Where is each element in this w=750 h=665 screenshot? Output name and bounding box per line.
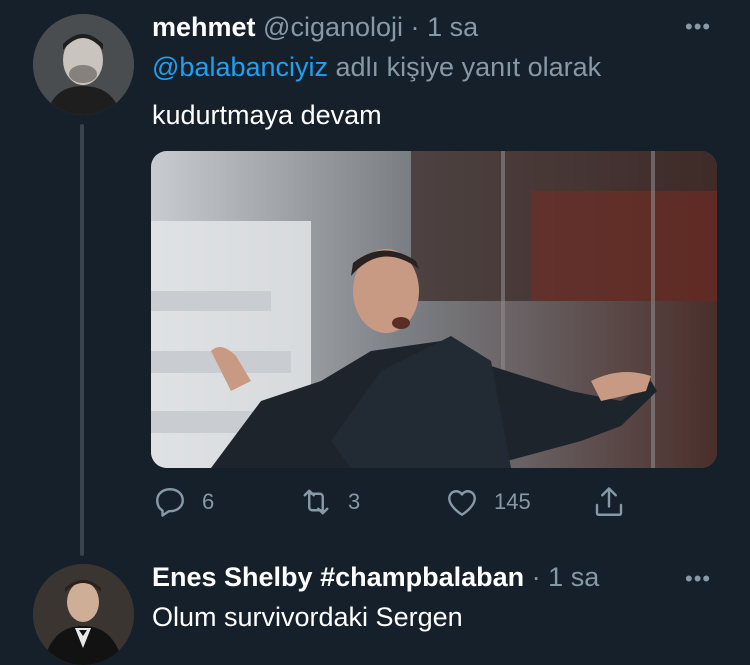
share-icon xyxy=(595,487,623,516)
reply-header: Enes Shelby #champbalaban · 1 sa xyxy=(152,562,599,593)
retweet-icon xyxy=(303,489,329,515)
retweet-count: 3 xyxy=(348,489,361,514)
separator: · xyxy=(410,12,420,42)
reply-context-text: adlı kişiye yanıt olarak xyxy=(335,52,602,82)
mention-link[interactable]: @balabanciyiz xyxy=(152,52,328,82)
reply-separator: · xyxy=(531,562,541,592)
timestamp[interactable]: 1 sa xyxy=(427,12,478,42)
media-photo xyxy=(151,151,717,468)
reply-more-icon[interactable]: ••• xyxy=(685,566,711,592)
reply-button[interactable]: 6 xyxy=(152,484,214,520)
share-button[interactable] xyxy=(591,484,627,520)
tweet-text: kudurtmaya devam xyxy=(152,100,382,130)
like-count: 145 xyxy=(494,489,531,514)
reply-text: Olum survivordaki Sergen xyxy=(152,602,463,632)
reply-avatar[interactable] xyxy=(33,564,134,665)
reply-avatar-photo xyxy=(33,564,134,665)
reply-context: @balabanciyiz adlı kişiye yanıt olarak xyxy=(152,52,601,83)
thread-line xyxy=(80,124,84,556)
reply-display-name[interactable]: Enes Shelby #champbalaban xyxy=(152,562,524,592)
like-button[interactable]: 145 xyxy=(444,484,531,520)
display-name[interactable]: mehmet xyxy=(152,12,256,42)
avatar-photo xyxy=(33,14,134,115)
retweet-button[interactable]: 3 xyxy=(298,484,360,520)
more-icon[interactable]: ••• xyxy=(685,14,711,40)
avatar[interactable] xyxy=(33,14,134,115)
reply-timestamp[interactable]: 1 sa xyxy=(548,562,599,592)
reply-count: 6 xyxy=(202,489,215,514)
tweet-media[interactable] xyxy=(151,151,717,468)
handle[interactable]: @ciganoloji xyxy=(263,12,403,42)
heart-icon xyxy=(448,490,476,516)
tweet-header: mehmet @ciganoloji · 1 sa xyxy=(152,12,478,43)
reply-icon xyxy=(156,488,184,517)
